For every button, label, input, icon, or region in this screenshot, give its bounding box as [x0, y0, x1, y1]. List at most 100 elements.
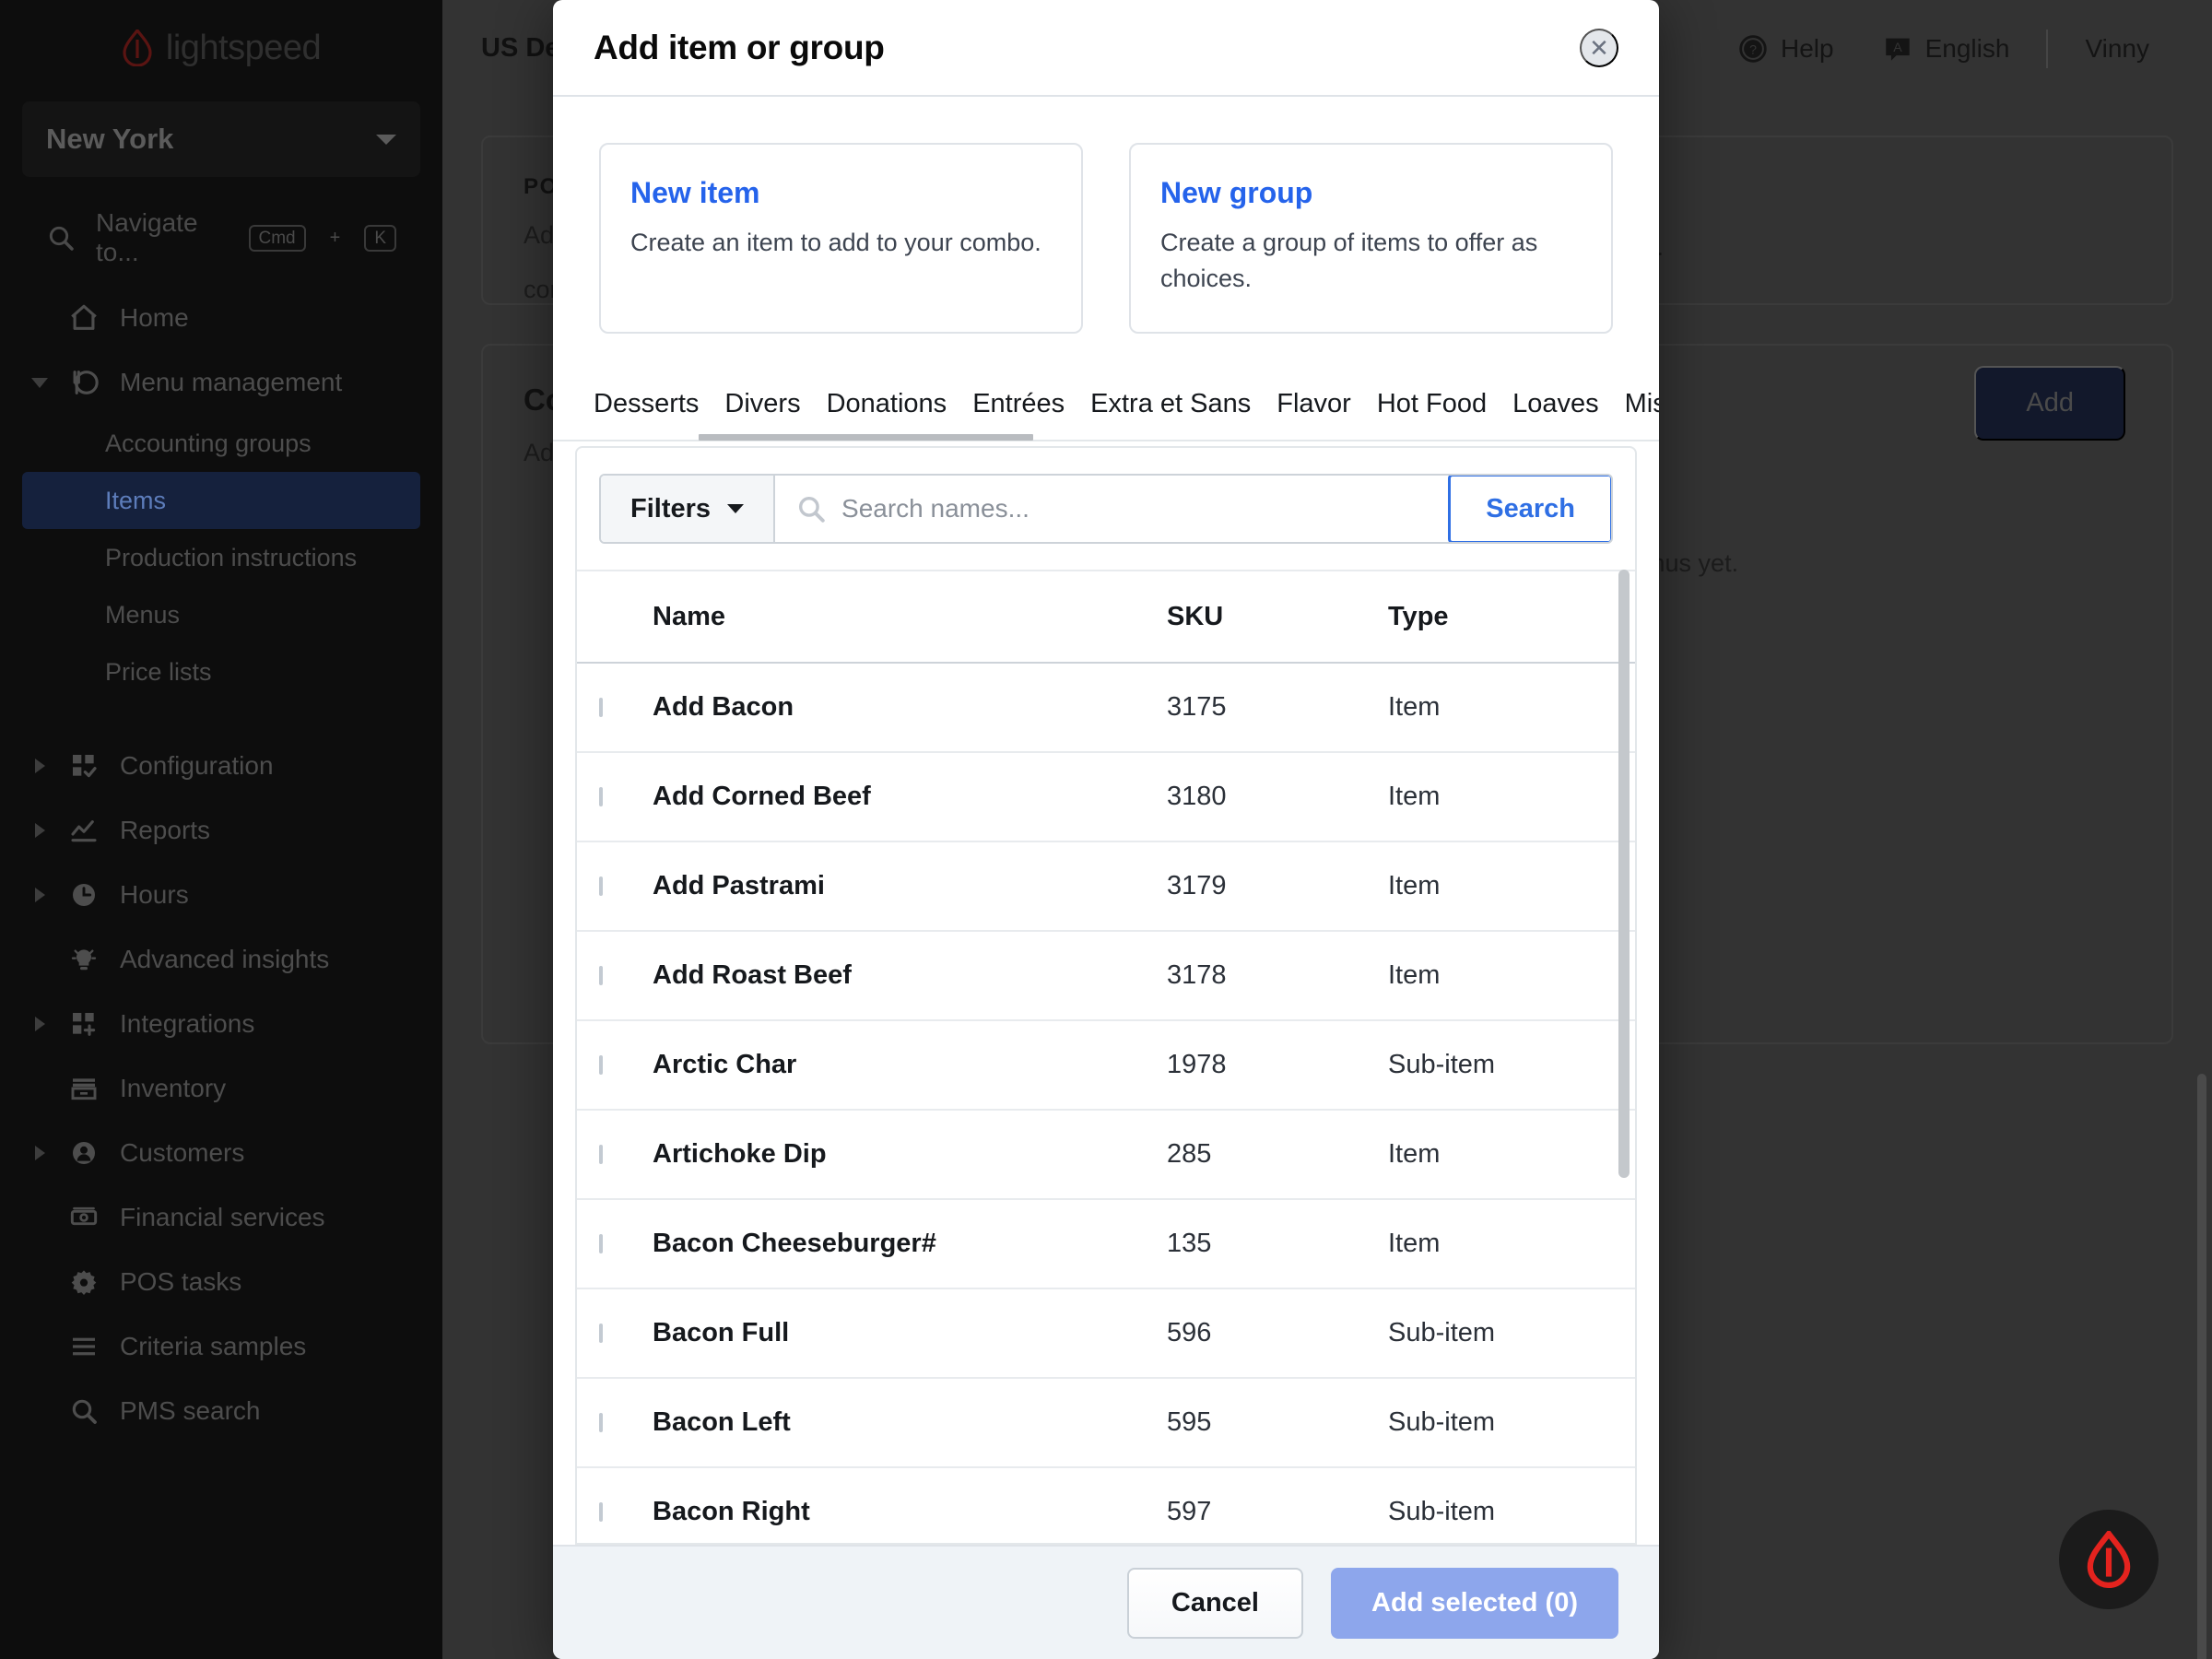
sidebar-item-menus[interactable]: Menus [0, 586, 442, 643]
row-checkbox[interactable] [599, 876, 603, 896]
cell-sku: 3180 [1167, 782, 1227, 812]
sidebar-item-integrations[interactable]: Integrations [0, 992, 442, 1056]
chevron-down-icon[interactable] [31, 377, 48, 388]
tab-loaves[interactable]: Loaves [1500, 378, 1612, 429]
sidebar-item-advanced-insights[interactable]: Advanced insights [0, 927, 442, 992]
sidebar-item-financial-services[interactable]: Financial services [0, 1185, 442, 1250]
table-row[interactable]: Bacon Right 597 Sub-item [577, 1468, 1635, 1543]
tab-hot-food[interactable]: Hot Food [1364, 378, 1500, 429]
table-row[interactable]: Add Pastrami 3179 Item [577, 842, 1635, 933]
row-checkbox[interactable] [599, 697, 603, 717]
items-table: Name SKU Type Add Bacon 3175 Item Add Co… [577, 571, 1635, 1543]
sidebar-item-configuration[interactable]: Configuration [0, 734, 442, 798]
tab-extra-et-sans[interactable]: Extra et Sans [1077, 378, 1264, 429]
cancel-button[interactable]: Cancel [1126, 1567, 1303, 1639]
sidebar-item-items[interactable]: Items [22, 472, 420, 529]
cell-type: Item [1388, 782, 1441, 812]
lightspeed-fab[interactable] [2059, 1510, 2159, 1609]
search-input-wrapper[interactable]: Search names... [775, 476, 1449, 543]
new-item-card[interactable]: New item Create an item to add to your c… [599, 143, 1083, 335]
page-scrollbar[interactable] [2197, 1074, 2206, 1659]
language-button[interactable]: A English [1858, 33, 2034, 65]
tabs-horizontal-scrollbar[interactable] [699, 434, 1033, 441]
menu-management-icon [65, 367, 103, 398]
add-button[interactable]: Add [1974, 365, 2125, 441]
cell-type: Sub-item [1388, 1407, 1496, 1438]
table-row[interactable]: Add Bacon 3175 Item [577, 664, 1635, 754]
language-icon: A [1885, 38, 1910, 61]
sidebar-item-production-instructions[interactable]: Production instructions [0, 529, 442, 586]
cell-name: Arctic Char [653, 1050, 797, 1080]
location-selector[interactable]: New York [22, 101, 420, 177]
add-selected-button[interactable]: Add selected (0) [1331, 1567, 1618, 1639]
sidebar-item-menu-management[interactable]: Menu management [0, 350, 442, 415]
chevron-right-icon[interactable] [31, 1017, 48, 1031]
close-icon[interactable]: ✕ [1580, 28, 1618, 67]
sidebar-item-customers[interactable]: Customers [0, 1121, 442, 1185]
chevron-right-icon[interactable] [31, 759, 48, 773]
tab-divers[interactable]: Divers [712, 378, 813, 429]
sidebar-item-label: POS tasks [120, 1267, 242, 1296]
nav-search[interactable]: Navigate to... Cmd + K [22, 208, 420, 266]
row-checkbox[interactable] [599, 1144, 603, 1164]
sidebar-item-label: Advanced insights [120, 945, 330, 973]
new-group-card[interactable]: New group Create a group of items to off… [1129, 143, 1613, 335]
category-tabs: Desserts Divers Donations Entrées Extra … [553, 378, 1659, 429]
search-icon [65, 1396, 103, 1426]
chevron-down-icon [727, 504, 745, 514]
sidebar-item-pos-tasks[interactable]: POS tasks [0, 1250, 442, 1314]
modal-footer: Cancel Add selected (0) [553, 1545, 1659, 1659]
sidebar-item-inventory[interactable]: Inventory [0, 1056, 442, 1121]
row-checkbox[interactable] [599, 1054, 603, 1075]
help-label: Help [1781, 33, 1834, 63]
chevron-right-icon[interactable] [31, 823, 48, 838]
sidebar-item-hours[interactable]: Hours [0, 863, 442, 927]
row-checkbox[interactable] [599, 965, 603, 985]
filters-button[interactable]: Filters [601, 476, 776, 543]
tab-desserts[interactable]: Desserts [581, 378, 712, 429]
chevron-right-icon[interactable] [31, 888, 48, 902]
user-menu[interactable]: Vinny [2061, 34, 2173, 64]
items-list-scrollbar[interactable] [1618, 570, 1630, 1179]
search-input[interactable]: Search names... [841, 494, 1030, 524]
tab-flavor[interactable]: Flavor [1264, 378, 1364, 429]
table-row[interactable]: Add Corned Beef 3180 Item [577, 753, 1635, 843]
tab-donations[interactable]: Donations [814, 378, 960, 429]
sidebar-item-reports[interactable]: Reports [0, 798, 442, 863]
table-row[interactable]: Artichoke Dip 285 Item [577, 1111, 1635, 1201]
app-root: lightspeed New York Navigate to... Cmd +… [0, 0, 2212, 1659]
chevron-down-icon [376, 134, 396, 145]
help-button[interactable]: ? Help [1713, 33, 1858, 65]
row-checkbox[interactable] [599, 1233, 603, 1253]
column-header-type[interactable]: Type [1388, 602, 1613, 632]
sidebar-item-accounting-groups[interactable]: Accounting groups [0, 415, 442, 472]
lightspeed-flame-icon [123, 29, 152, 66]
sidebar-item-criteria-samples[interactable]: Criteria samples [0, 1314, 442, 1379]
row-checkbox[interactable] [599, 1412, 603, 1432]
tab-entrees[interactable]: Entrées [959, 378, 1077, 429]
row-checkbox[interactable] [599, 1323, 603, 1343]
search-button[interactable]: Search [1448, 476, 1611, 543]
table-row[interactable]: Arctic Char 1978 Sub-item [577, 1021, 1635, 1112]
column-header-name[interactable]: Name [653, 602, 1167, 632]
sidebar-item-price-lists[interactable]: Price lists [0, 643, 442, 700]
modal-header: Add item or group ✕ [553, 0, 1659, 97]
filters-label: Filters [630, 493, 712, 524]
table-row[interactable]: Add Roast Beef 3178 Item [577, 932, 1635, 1022]
tab-misc[interactable]: Misc [1612, 378, 1659, 429]
row-checkbox[interactable] [599, 1501, 603, 1522]
category-tabs-wrapper: Desserts Divers Donations Entrées Extra … [553, 378, 1659, 442]
chevron-right-icon[interactable] [31, 1146, 48, 1160]
row-checkbox[interactable] [599, 786, 603, 806]
search-bar: Filters Search names... Search [577, 448, 1635, 572]
table-row[interactable]: Bacon Cheeseburger# 135 Item [577, 1200, 1635, 1290]
table-row[interactable]: Bacon Left 595 Sub-item [577, 1379, 1635, 1469]
column-header-sku[interactable]: SKU [1167, 602, 1388, 632]
lightbulb-icon [65, 945, 103, 974]
kbd-k: K [364, 224, 396, 252]
sidebar-item-home[interactable]: Home [0, 286, 442, 350]
brand-logo: lightspeed [0, 0, 442, 96]
table-row[interactable]: Bacon Full 596 Sub-item [577, 1289, 1635, 1380]
cell-type: Item [1388, 960, 1441, 991]
sidebar-item-pms-search[interactable]: PMS search [0, 1379, 442, 1443]
